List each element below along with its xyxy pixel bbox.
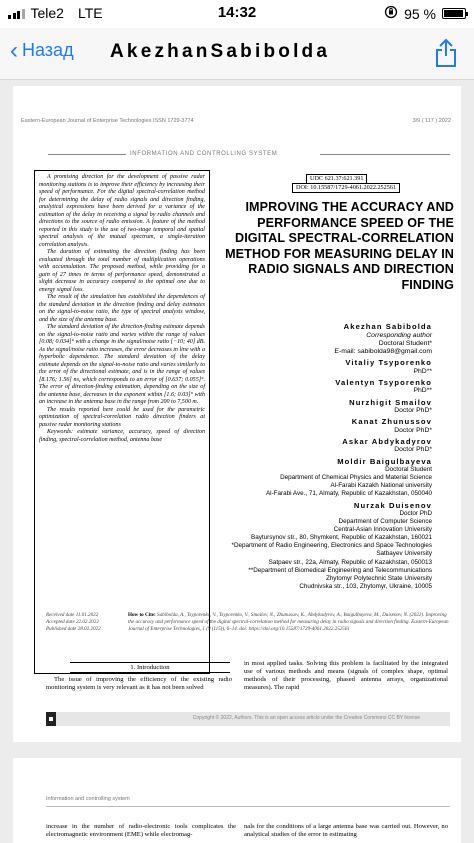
author-affiliation: Zhytomyr Polytechnic State University (325, 574, 432, 582)
abstract-paragraph: The result of the simulation has establi… (39, 294, 205, 323)
license-footer: Copyright © 2022, Authors. This is an op… (46, 712, 450, 726)
author-name: Valentyn Tsyporenko (335, 377, 432, 387)
publication-dates: Received date 11.01.2022 Accepted date 2… (46, 612, 101, 633)
intro-text-right: in most applied tasks. Solving this prob… (244, 660, 448, 691)
page2-header: Information and controlling system (46, 796, 130, 802)
author-name: Nurzak Duisenov (353, 500, 432, 510)
section-heading: INFORMATION AND CONTROLLING SYSTEM (130, 151, 278, 157)
abstract-paragraph: A promising direction for the developmen… (39, 174, 205, 248)
author-block: Kanat Zhunussov Doctor PhD* (208, 417, 432, 435)
back-button[interactable]: ‹ Назад (10, 36, 74, 64)
author-degree: PhD** (413, 367, 432, 375)
journal-logo-icon (46, 712, 56, 726)
paper-title: IMPROVING THE ACCURACY AND PERFORMANCE S… (225, 200, 454, 292)
abstract-paragraph: The results reported here could be used … (39, 406, 205, 428)
share-icon[interactable] (434, 38, 458, 68)
author-name: Moldir Baigulbayeva (337, 456, 432, 466)
status-bar: Tele2 LTE 14:32 95 % (0, 0, 474, 28)
page2-header-rule (46, 806, 450, 807)
published-date: Published date 28.02.2022 (46, 626, 101, 632)
author-address: Baytursynov str., 80, Shymkent, Republic… (251, 534, 432, 542)
author-degree: Doctor PhD* (394, 446, 432, 454)
status-right: 95 % (384, 5, 468, 22)
navigation-bar: ‹ Назад AkezhanSabibolda (0, 28, 474, 80)
author-name: Kanat Zhunussov (351, 417, 432, 427)
doi-label: DOI: 10.15587/1729-4061.2022.252561 (292, 183, 401, 193)
abstract-paragraph: The duration of estimating the direction… (39, 249, 205, 293)
author-address: Chudnivska str., 103, Zhytomyr, Ukraine,… (299, 582, 432, 590)
author-degree: Doctor PhD* (394, 426, 432, 434)
author-address: Satpaev str., 22a, Almaty, Republic of K… (268, 558, 432, 566)
abstract-paragraph: The standard deviation of the direction-… (39, 324, 205, 405)
author-role: Corresponding author (366, 331, 432, 339)
author-affiliation: Central-Asian Innovation University (333, 526, 432, 534)
chevron-left-icon: ‹ (10, 36, 18, 64)
journal-issue: 3/9 ( 117 ) 2022 (412, 118, 451, 124)
author-degree: Doctor PhD* (394, 407, 432, 415)
cite-text: Sabibolda, A., Tsyporenko, V., Tsyporenk… (128, 612, 449, 632)
author-name: Askar Abdykadyrov (342, 436, 432, 446)
header-rule-left (48, 154, 126, 155)
author-block: Nurzak Duisenov Doctor PhD Department of… (208, 501, 432, 591)
author-block: Akezhan Sabibolda Corresponding author D… (208, 322, 432, 356)
author-block: Moldir Baigulbayeva Doctoral Student Dep… (208, 457, 432, 499)
author-list: Akezhan Sabibolda Corresponding author D… (208, 320, 432, 591)
author-degree: Doctoral Student* (378, 339, 432, 347)
author-name: Vitaliy Tsyporenko (345, 358, 432, 368)
author-degree: Doctor PhD (399, 510, 432, 517)
cite-label: How to Cite: (128, 612, 156, 618)
keywords: Keywords: estimate variance, accuracy, s… (39, 429, 205, 443)
author-block: Vitaliy Tsyporenko PhD** (208, 358, 432, 376)
back-label: Назад (22, 40, 74, 60)
author-block: Valentyn Tsyporenko PhD** (208, 378, 432, 396)
author-affiliation: **Department of Biomedical Engineering a… (248, 566, 432, 574)
author-affiliation: Department of Chemical Physics and Mater… (280, 474, 432, 482)
citation: How to Cite: Sabibolda, A., Tsyporenko, … (128, 612, 450, 633)
author-block: Askar Abdykadyrov Doctor PhD* (208, 437, 432, 455)
author-name: Nurzhigit Smailov (349, 397, 432, 407)
author-degree: PhD** (413, 387, 432, 395)
header-rule-right (320, 154, 450, 155)
author-affiliation: Al-Farabi Kazakh National university (330, 482, 433, 490)
author-address: Al-Farabi Ave., 71, Almaty, Republic of … (265, 490, 432, 498)
license-text: Copyright © 2022, Authors. This is an op… (192, 715, 420, 721)
journal-header: Eastern-European Journal of Enterprise T… (21, 118, 194, 124)
author-block: Nurzhigit Smailov Doctor PhD* (208, 398, 432, 416)
document-title: AkezhanSabibolda (110, 41, 331, 62)
author-affiliation: *Department of Radio Engineering, Electr… (231, 542, 432, 550)
received-date: Received date 11.01.2022 (46, 612, 99, 618)
section-heading-introduction: 1. Introduction (70, 662, 230, 673)
author-affiliation: Department of Computer Science (338, 518, 432, 526)
page2-text-left: increase in the number of radio-electron… (46, 823, 236, 838)
battery-icon (442, 8, 468, 19)
accepted-date: Accepted date 22.02.2022 (46, 619, 99, 625)
author-name: Akezhan Sabibolda (343, 322, 432, 331)
intro-text-left: The issue of improving the efficiency of… (46, 676, 232, 691)
author-email: E-mail: sabibolda98@gmail.com (334, 347, 432, 355)
page2-text-right: nals for the conditions of a large anten… (244, 823, 448, 838)
orientation-lock-icon (384, 5, 398, 22)
author-affiliation: Satbayev University (376, 550, 432, 558)
author-degree: Doctoral Student (385, 466, 432, 474)
abstract-box: A promising direction for the developmen… (34, 170, 210, 674)
battery-percent: 95 % (404, 5, 436, 22)
